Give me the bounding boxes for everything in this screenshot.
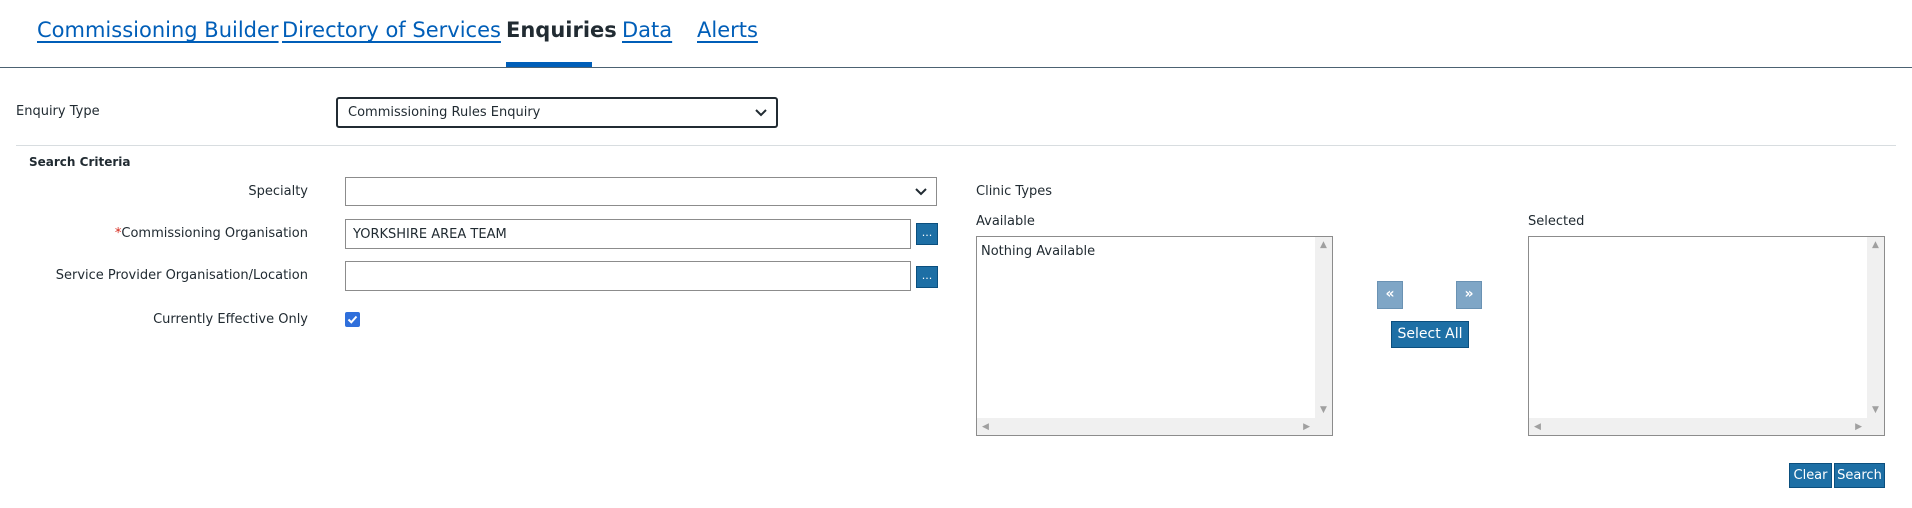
commissioning-organisation-lookup-button[interactable]: ... bbox=[916, 223, 938, 245]
available-label: Available bbox=[976, 214, 1035, 229]
scroll-right-icon[interactable]: ▶ bbox=[1303, 422, 1310, 432]
active-tab-indicator bbox=[506, 62, 592, 67]
scroll-down-icon[interactable]: ▼ bbox=[1872, 405, 1879, 415]
scroll-up-icon[interactable]: ▲ bbox=[1872, 240, 1879, 250]
service-provider-lookup-button[interactable]: ... bbox=[916, 266, 938, 288]
scroll-left-icon[interactable]: ◀ bbox=[1534, 422, 1541, 432]
checkmark-icon bbox=[347, 315, 358, 324]
search-button[interactable]: Search bbox=[1834, 463, 1885, 488]
horizontal-scrollbar[interactable]: ◀ ▶ bbox=[977, 418, 1332, 435]
selected-label: Selected bbox=[1528, 214, 1585, 229]
tab-directory-of-services[interactable]: Directory of Services bbox=[282, 18, 501, 42]
vertical-scrollbar[interactable]: ▲ ▼ bbox=[1315, 237, 1332, 418]
tab-enquiries[interactable]: Enquiries bbox=[506, 18, 617, 42]
vertical-scrollbar[interactable]: ▲ ▼ bbox=[1867, 237, 1884, 418]
scroll-down-icon[interactable]: ▼ bbox=[1320, 405, 1327, 415]
section-divider bbox=[16, 145, 1896, 146]
clear-button[interactable]: Clear bbox=[1789, 463, 1832, 488]
top-nav: Commissioning Builder Directory of Servi… bbox=[0, 0, 1912, 68]
commissioning-organisation-field[interactable]: YORKSHIRE AREA TEAM bbox=[345, 219, 911, 249]
list-item[interactable]: Nothing Available bbox=[981, 244, 1095, 259]
scroll-up-icon[interactable]: ▲ bbox=[1320, 240, 1327, 250]
chevron-down-icon bbox=[915, 187, 927, 195]
tab-commissioning-builder[interactable]: Commissioning Builder bbox=[37, 18, 279, 42]
enquiry-type-value: Commissioning Rules Enquiry bbox=[348, 105, 541, 120]
service-provider-label: Service Provider Organisation/Location bbox=[55, 268, 308, 283]
scroll-right-icon[interactable]: ▶ bbox=[1855, 422, 1862, 432]
select-all-button[interactable]: Select All bbox=[1391, 321, 1469, 348]
enquiry-type-select[interactable]: Commissioning Rules Enquiry bbox=[336, 97, 778, 128]
commissioning-organisation-label: *Commissioning Organisation bbox=[114, 226, 308, 241]
move-right-button[interactable]: » bbox=[1456, 281, 1482, 309]
scroll-left-icon[interactable]: ◀ bbox=[982, 422, 989, 432]
commissioning-organisation-value: YORKSHIRE AREA TEAM bbox=[353, 226, 507, 242]
chevron-down-icon bbox=[755, 108, 767, 116]
tab-data[interactable]: Data bbox=[622, 18, 672, 42]
currently-effective-checkbox[interactable] bbox=[345, 312, 360, 327]
clinic-types-heading: Clinic Types bbox=[976, 184, 1053, 199]
currently-effective-label: Currently Effective Only bbox=[153, 312, 308, 327]
horizontal-scrollbar[interactable]: ◀ ▶ bbox=[1529, 418, 1884, 435]
service-provider-field[interactable] bbox=[345, 261, 911, 291]
specialty-label: Specialty bbox=[248, 184, 308, 199]
tab-alerts[interactable]: Alerts bbox=[697, 18, 758, 42]
search-criteria-heading: Search Criteria bbox=[29, 155, 131, 169]
specialty-select[interactable] bbox=[345, 177, 937, 206]
move-left-button[interactable]: « bbox=[1377, 281, 1403, 309]
selected-clinic-types-list[interactable]: ▲ ▼ ◀ ▶ bbox=[1528, 236, 1885, 436]
enquiry-type-label: Enquiry Type bbox=[16, 104, 100, 119]
available-clinic-types-list[interactable]: Nothing Available ▲ ▼ ◀ ▶ bbox=[976, 236, 1333, 436]
